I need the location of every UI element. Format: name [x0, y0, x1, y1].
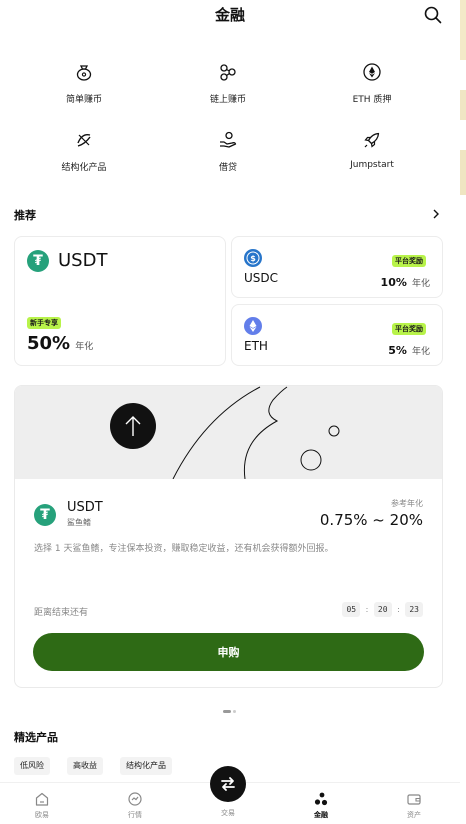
rate-unit: 年化: [411, 279, 430, 289]
service-structured[interactable]: 结构化产品: [14, 130, 154, 173]
tab-label: 交易: [221, 809, 235, 817]
wallet-icon: [407, 794, 421, 805]
countdown-hours: 05: [342, 602, 361, 617]
search-icon[interactable]: [424, 6, 442, 24]
tab-label: 欧易: [35, 811, 49, 819]
tab-market[interactable]: 行情: [105, 791, 165, 820]
coin-name: ETH: [244, 339, 268, 353]
rate-label: 参考年化: [391, 499, 423, 508]
eth-coin-icon: [244, 317, 262, 335]
featured-banner: [15, 386, 442, 480]
side-edge-strip: [460, 0, 466, 824]
carousel-dots: [223, 701, 238, 720]
chain-nodes-icon: [220, 64, 236, 81]
countdown-separator: :: [365, 605, 369, 614]
svg-text:$: $: [250, 254, 256, 263]
structured-icon: [77, 133, 91, 147]
rate-row: 5% 年化: [388, 339, 430, 358]
service-label: 结构化产品: [61, 163, 107, 173]
finance-icon: [314, 792, 328, 806]
loan-hand-icon: [220, 131, 237, 148]
tab-finance[interactable]: 金融: [291, 791, 351, 820]
chevron-right-icon[interactable]: [431, 209, 441, 219]
market-icon: [128, 792, 142, 806]
rate-value: 10%: [380, 276, 407, 289]
rate-row: 50% 年化: [27, 333, 93, 354]
featured-description: 选择 1 天鲨鱼鳍，专注保本投资，赚取稳定收益，还有机会获得额外回报。: [34, 544, 334, 554]
home-icon: [35, 792, 49, 806]
chip-high-yield[interactable]: 高收益: [67, 757, 103, 775]
trade-icon: [221, 777, 235, 791]
newbie-badge: 新手专享: [27, 317, 61, 329]
page-title: 金融: [214, 6, 245, 24]
recommend-card-eth[interactable]: 平台奖励 ETH 5% 年化: [231, 304, 443, 366]
service-onchain-earn[interactable]: 链上赚币: [158, 62, 298, 105]
featured-rate: 0.75% ~ 20%: [319, 511, 423, 529]
rate-unit: 年化: [75, 342, 94, 352]
tab-home[interactable]: 欧易: [12, 791, 72, 820]
service-simple-earn[interactable]: 简单赚币: [14, 62, 154, 105]
rate-value: 5%: [388, 344, 407, 357]
platform-reward-badge: 平台奖励: [392, 255, 426, 267]
rocket-icon: [364, 132, 380, 148]
carousel-dot: [233, 710, 236, 713]
featured-product-card[interactable]: ₮ USDT 鲨鱼鳍 参考年化 0.75% ~ 20% 选择 1 天鲨鱼鳍，专注…: [14, 385, 443, 688]
service-loan[interactable]: 借贷: [158, 130, 298, 173]
upload-arrow-icon: [110, 403, 156, 449]
countdown-label: 距离结束还有: [34, 608, 89, 618]
coin-name: USDC: [244, 271, 279, 285]
service-label: 链上赚币: [209, 95, 246, 105]
coin-name: USDT: [58, 250, 108, 271]
recommend-title: 推荐: [14, 209, 36, 222]
subscribe-button[interactable]: 申购: [33, 633, 424, 671]
tab-assets[interactable]: 资产: [384, 791, 444, 820]
shark-fin-illustration: [172, 386, 340, 480]
usdt-coin-icon: ₮: [27, 250, 49, 272]
eth-stake-icon: [363, 63, 381, 81]
carousel-dot-active: [223, 710, 231, 713]
money-bag-icon: [76, 65, 92, 81]
platform-reward-badge: 平台奖励: [392, 323, 426, 335]
tab-label: 资产: [407, 811, 421, 819]
rate-unit: 年化: [411, 347, 430, 357]
finance-page: 金融 简单赚币 链上赚币 ETH 质押 结构化产品 借贷 Jumpstart 推…: [0, 0, 466, 824]
countdown-timer: 05 : 20 : 23: [342, 602, 423, 617]
tab-label: 行情: [128, 811, 142, 819]
featured-subtitle: 鲨鱼鳍: [67, 518, 91, 527]
recommend-card-usdt[interactable]: ₮ USDT 新手专享 50% 年化: [14, 236, 226, 366]
recommend-card-usdc[interactable]: $ 平台奖励 USDC 10% 年化: [231, 236, 443, 298]
service-label: 借贷: [218, 163, 237, 173]
service-eth-staking[interactable]: ETH 质押: [302, 62, 442, 105]
tab-label: 金融: [314, 811, 328, 819]
chip-structured[interactable]: 结构化产品: [120, 757, 172, 775]
selected-products-title: 精选产品: [14, 731, 58, 744]
countdown-minutes: 20: [373, 602, 392, 617]
service-label: Jumpstart: [350, 160, 394, 170]
usdc-coin-icon: $: [244, 249, 262, 267]
service-label: 简单赚币: [65, 95, 102, 105]
chip-low-risk[interactable]: 低风险: [14, 757, 50, 775]
service-jumpstart[interactable]: Jumpstart: [302, 130, 442, 170]
countdown-separator: :: [397, 605, 400, 614]
trade-button[interactable]: [210, 766, 246, 802]
usdt-coin-icon: ₮: [34, 504, 56, 526]
header: 金融: [0, 0, 460, 30]
featured-coin: USDT: [67, 500, 103, 515]
rate-row: 10% 年化: [381, 271, 430, 290]
service-label: ETH 质押: [352, 95, 392, 105]
rate-value: 50%: [27, 333, 71, 354]
tab-trade[interactable]: 交易: [198, 805, 258, 818]
countdown-seconds: 23: [405, 602, 423, 617]
